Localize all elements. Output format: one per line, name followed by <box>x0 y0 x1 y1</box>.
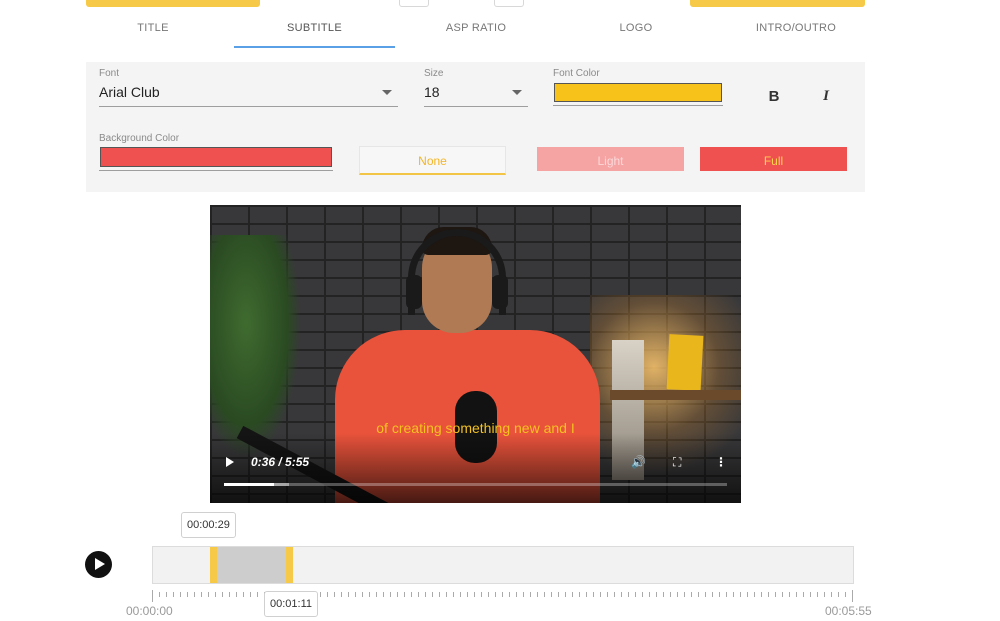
timeline-selection[interactable] <box>210 547 293 583</box>
selection-end-badge: 00:01:11 <box>264 591 319 617</box>
subtitle-settings-panel: Font Arial Club Size 18 Font Color B I B… <box>86 62 865 192</box>
timeline-tick-end <box>852 590 853 602</box>
timeline-track[interactable] <box>152 546 854 584</box>
video-book <box>666 334 704 391</box>
size-label: Size <box>424 68 444 79</box>
background-none-button[interactable]: None <box>359 146 506 175</box>
timeline-end-time: 00:05:55 <box>825 604 872 618</box>
editor-tabs: TITLE SUBTITLE ASP RATIO LOGO INTRO/OUTR… <box>86 14 866 48</box>
timeline-ticks <box>152 592 854 600</box>
timeline-end-handle[interactable] <box>286 547 293 583</box>
background-color-picker[interactable] <box>99 146 333 171</box>
tab-logo[interactable]: LOGO <box>566 14 706 48</box>
play-icon[interactable] <box>226 457 234 467</box>
video-shelf <box>610 390 741 400</box>
tab-asp-ratio[interactable]: ASP RATIO <box>406 14 546 48</box>
timeline-tick-start <box>152 590 153 602</box>
video-progress-bar[interactable] <box>224 483 727 486</box>
top-control-box-1[interactable] <box>399 0 429 7</box>
font-color-label: Font Color <box>553 68 600 79</box>
font-color-picker[interactable] <box>553 82 723 106</box>
timeline-start-handle[interactable] <box>210 547 217 583</box>
font-select-value: Arial Club <box>99 84 160 100</box>
more-vert-icon[interactable]: ⋮ <box>715 455 727 469</box>
top-action-button-left[interactable] <box>86 0 260 7</box>
timeline-play-button[interactable] <box>85 551 112 578</box>
bold-button[interactable]: B <box>764 88 784 105</box>
timeline-start-time: 00:00:00 <box>126 604 173 618</box>
font-label: Font <box>99 68 120 79</box>
volume-icon[interactable]: 🔊 <box>631 455 646 469</box>
background-full-button[interactable]: Full <box>700 147 847 171</box>
chevron-down-icon <box>382 90 392 95</box>
active-tab-indicator <box>234 46 395 48</box>
video-headphone-left <box>406 275 422 309</box>
video-player[interactable]: of creating something new and I 0:36 / 5… <box>210 205 741 503</box>
video-time-display: 0:36 / 5:55 <box>251 455 310 469</box>
background-color-underline <box>99 170 333 171</box>
tab-title[interactable]: TITLE <box>86 14 220 48</box>
top-control-box-2[interactable] <box>494 0 524 7</box>
chevron-down-icon <box>512 90 522 95</box>
background-color-swatch <box>100 147 332 167</box>
video-headphone-right <box>492 275 508 309</box>
video-progress-fill <box>224 483 275 486</box>
font-color-swatch <box>554 83 722 102</box>
subtitle-editor-page: TITLE SUBTITLE ASP RATIO LOGO INTRO/OUTR… <box>0 0 1000 621</box>
italic-button[interactable]: I <box>816 88 836 105</box>
selection-start-badge: 00:00:29 <box>181 512 236 538</box>
background-light-button[interactable]: Light <box>537 147 684 171</box>
background-color-label: Background Color <box>99 133 180 144</box>
size-select[interactable]: 18 <box>424 82 528 107</box>
tab-intro-outro[interactable]: INTRO/OUTRO <box>726 14 866 48</box>
font-color-underline <box>553 105 723 106</box>
fullscreen-icon[interactable]: ⛶ <box>673 455 681 470</box>
top-action-button-right[interactable] <box>690 0 865 7</box>
font-select[interactable]: Arial Club <box>99 82 398 107</box>
subtitle-overlay: of creating something new and I <box>376 420 575 436</box>
play-icon <box>95 558 105 570</box>
size-select-value: 18 <box>424 84 440 100</box>
tab-subtitle[interactable]: SUBTITLE <box>234 14 395 48</box>
